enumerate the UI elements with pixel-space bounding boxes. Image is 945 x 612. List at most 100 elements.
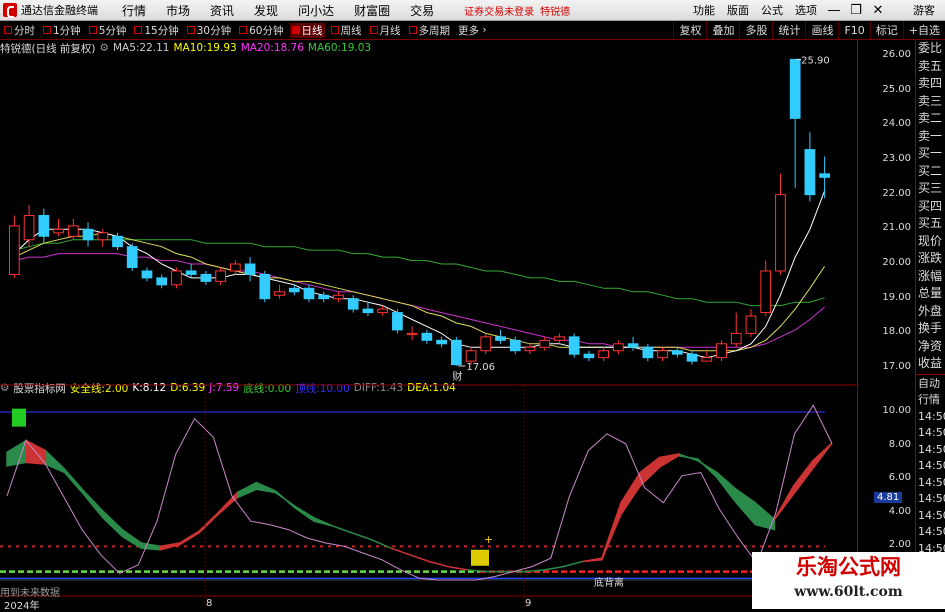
minimize-icon[interactable]: — [823, 3, 845, 18]
overlay-button[interactable]: 叠加 [706, 21, 739, 39]
sidebar-label[interactable]: 卖一 [916, 128, 945, 146]
candle-body [274, 291, 285, 296]
draw-line-button[interactable]: 画线 [805, 21, 838, 39]
chart-area[interactable]: 25.90 17.06 财 + 底背离 8 9 [0, 40, 857, 609]
candle-body [598, 350, 610, 359]
candle-body [701, 357, 713, 362]
candle-body [509, 339, 521, 352]
price-tick-label: 20.00 [882, 257, 911, 269]
candle-body [789, 58, 801, 119]
period-multi[interactable]: 多周期 [407, 23, 453, 38]
indicator-tick-label: 10.00 [882, 405, 911, 416]
high-price-label: 25.90 [801, 55, 830, 66]
menu-gongneng[interactable]: 功能 [687, 2, 721, 18]
sidebar-label[interactable]: 买一 [916, 145, 945, 163]
menu-hangqing[interactable]: 行情 [112, 2, 156, 19]
menu-xuanxiang[interactable]: 选项 [789, 2, 823, 18]
month-label-9: 9 [525, 598, 531, 609]
fuquan-button[interactable]: 复权 [673, 21, 706, 39]
value-axis: 26.00 25.00 24.00 23.00 22.00 21.00 20.00 19.00… [857, 40, 915, 609]
menu-faxian[interactable]: 发现 [244, 2, 288, 19]
chevron-right-icon: › [482, 24, 487, 36]
sidebar-label[interactable]: 卖五 [916, 58, 945, 76]
sidebar-label[interactable]: 卖三 [916, 93, 945, 111]
f10-button[interactable]: F10 [838, 21, 869, 39]
price-tick-label: 22.00 [882, 187, 911, 199]
menu-zixun[interactable]: 资讯 [200, 2, 244, 19]
period-daily[interactable]: 日线 [289, 22, 325, 38]
sidebar-label[interactable]: 总量 [916, 285, 945, 303]
sidebar-label[interactable]: 涨跌 [916, 250, 945, 268]
candle-body [377, 308, 389, 314]
sidebar-label[interactable]: 净资 [916, 338, 945, 356]
period-30min[interactable]: 30分钟 [185, 23, 233, 38]
menu-banmian[interactable]: 版面 [721, 2, 755, 18]
menu-gongshi[interactable]: 公式 [755, 2, 789, 18]
sidebar-label[interactable]: 现价 [916, 233, 945, 251]
sidebar-label[interactable]: 卖四 [916, 75, 945, 93]
current-value-badge: 4.81 [874, 492, 903, 504]
candle-body [642, 346, 654, 359]
menu-wenxiaoda[interactable]: 问小达 [288, 2, 344, 19]
period-weekly[interactable]: 周线 [329, 23, 364, 38]
multi-stock-button[interactable]: 多股 [739, 21, 772, 39]
green-ribbon [44, 448, 162, 551]
month-label-8: 8 [206, 598, 212, 609]
sidebar-label[interactable]: 外盘 [916, 303, 945, 321]
sidebar-label[interactable]: 换手 [916, 320, 945, 338]
period-fenshi[interactable]: 分时 [2, 23, 37, 38]
stats-button[interactable]: 统计 [772, 21, 805, 39]
red-ribbon [159, 490, 238, 551]
candle-body [716, 343, 727, 359]
candle-body [568, 336, 580, 355]
period-60min[interactable]: 60分钟 [237, 23, 285, 38]
sidebar-label[interactable]: 卖二 [916, 110, 945, 128]
candle-body [495, 336, 506, 341]
sidebar-label[interactable]: 买三 [916, 180, 945, 198]
checkbox-icon [239, 26, 248, 34]
checkbox-icon [408, 26, 417, 34]
indicator-tick-label: 4.00 [888, 505, 911, 517]
menu-caifuquan[interactable]: 财富圈 [344, 2, 400, 19]
period-15min[interactable]: 15分钟 [132, 23, 180, 38]
period-more[interactable]: 更多 › [456, 23, 489, 38]
candle-body [450, 339, 462, 366]
period-monthly[interactable]: 月线 [368, 23, 403, 38]
candle-body [38, 214, 50, 237]
quote-sidebar: 委比 卖五 卖四 卖三 卖二 卖一 买一 买二 买三 买四 买五 现价 涨跌 涨幅 总量 外盘 换手 净资 收益 自动… [915, 40, 945, 609]
candle-body [760, 270, 772, 314]
candle-body [613, 343, 624, 352]
candle-body [53, 228, 64, 234]
candle-body [745, 315, 757, 334]
candle-body [156, 277, 168, 286]
sidebar-label[interactable]: 买二 [916, 163, 945, 181]
watermark-logo: 乐淘公式网 www.60lt.com [752, 552, 945, 609]
period-5min[interactable]: 5分钟 [87, 23, 129, 38]
close-icon[interactable]: ✕ [867, 3, 889, 18]
price-tick-label: 25.00 [882, 83, 911, 95]
checkbox-icon [43, 26, 51, 34]
sidebar-label[interactable]: 买五 [916, 215, 945, 233]
candle-body [775, 194, 786, 272]
menu-shichang[interactable]: 市场 [156, 2, 200, 19]
sidebar-label[interactable]: 委比 [916, 40, 945, 58]
sidebar-label[interactable]: 收益 [916, 355, 945, 373]
login-status[interactable]: 证券交易未登录 [464, 3, 534, 18]
sidebar-time: 14:50 [918, 426, 945, 439]
mark-button[interactable]: 标记 [869, 21, 903, 39]
price-tick-label: 21.00 [882, 222, 911, 234]
candle-body [436, 339, 447, 345]
indicator-tick-label: 6.00 [888, 472, 911, 484]
add-watchlist-button[interactable]: +自选 [902, 21, 945, 39]
candle-body [9, 225, 20, 275]
red-ribbon [390, 547, 468, 571]
price-tick-label: 19.00 [882, 291, 911, 303]
candle-body [67, 225, 79, 237]
candle-body [671, 350, 683, 355]
sidebar-label[interactable]: 买四 [916, 198, 945, 216]
maximize-icon[interactable]: ❐ [845, 3, 867, 18]
menu-jiaoyi[interactable]: 交易 [400, 2, 444, 19]
guest-button[interactable]: 游客 [903, 2, 945, 18]
period-1min[interactable]: 1分钟 [41, 23, 83, 38]
sidebar-label[interactable]: 涨幅 [916, 268, 945, 286]
